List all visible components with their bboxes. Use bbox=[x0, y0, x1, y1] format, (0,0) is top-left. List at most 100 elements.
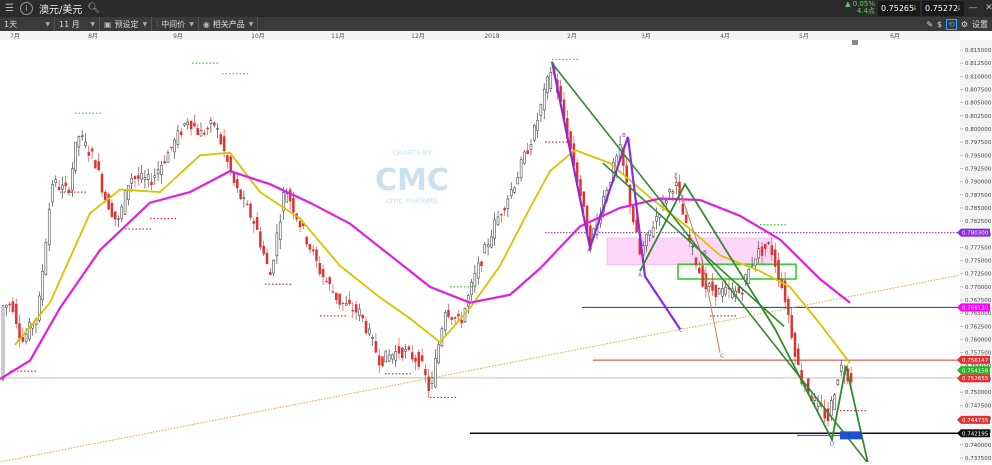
candle-body bbox=[156, 169, 160, 175]
candle-body bbox=[450, 317, 454, 320]
preset-button[interactable]: ▣ 预设定 ▼ bbox=[100, 17, 153, 31]
candle-body bbox=[721, 288, 724, 297]
candle-body bbox=[387, 354, 391, 362]
candle-body bbox=[830, 400, 833, 417]
y-tick-label: 0.797500 bbox=[965, 140, 992, 146]
candle-body bbox=[150, 181, 153, 186]
candle-body bbox=[651, 227, 655, 238]
candle-body bbox=[47, 208, 51, 246]
candle-body bbox=[542, 88, 546, 111]
price-tag-label: 0.752655 bbox=[962, 376, 989, 382]
y-tick-label: 0.747500 bbox=[965, 403, 992, 409]
candle-body bbox=[401, 347, 404, 358]
time-axis-bar bbox=[0, 31, 960, 40]
y-tick-label: 0.795000 bbox=[965, 153, 992, 159]
y-tick-label: 0.785000 bbox=[965, 206, 992, 212]
eye-icon: ◉ bbox=[202, 19, 210, 29]
minimize-icon[interactable]: — bbox=[966, 1, 980, 15]
candle-body bbox=[790, 315, 793, 338]
candle-body bbox=[717, 288, 721, 295]
y-tick-label: 0.790000 bbox=[965, 180, 992, 186]
candle-body bbox=[417, 352, 421, 367]
candle-body bbox=[632, 206, 635, 223]
settings-icon[interactable]: ⚙ bbox=[961, 20, 968, 29]
candle-body bbox=[90, 148, 94, 152]
price-tag-label: 0.780300 bbox=[962, 231, 989, 237]
interval-value: 1天 bbox=[4, 19, 18, 29]
search-icon[interactable]: 🔍︎ bbox=[87, 3, 100, 14]
menu-icon[interactable]: ☰ bbox=[3, 2, 16, 15]
candle-body bbox=[493, 219, 496, 239]
link-icon[interactable]: ⟲ bbox=[946, 18, 957, 30]
candle-body bbox=[262, 245, 265, 255]
x-tick-label: 8月 bbox=[88, 33, 98, 40]
y-tick-label: 0.767500 bbox=[965, 298, 992, 304]
mid-price-label: 中间价 bbox=[161, 19, 186, 29]
candle-body bbox=[269, 272, 272, 276]
settings-label[interactable]: 设置 bbox=[972, 19, 988, 30]
candle-body bbox=[87, 151, 91, 156]
candle-body bbox=[285, 193, 289, 203]
candle-body bbox=[206, 127, 209, 130]
candle-body bbox=[216, 128, 219, 130]
candle-body bbox=[222, 136, 226, 152]
candle-body bbox=[539, 104, 543, 116]
candle-body bbox=[117, 218, 120, 220]
candle-body bbox=[272, 259, 275, 274]
close-icon[interactable]: ✕ bbox=[982, 1, 992, 15]
period-select[interactable]: 11 月 ▼ bbox=[55, 17, 100, 31]
related-products-button[interactable]: ◉ 相关产品 ▼ bbox=[199, 17, 259, 31]
candle-body bbox=[153, 175, 157, 178]
candle-body bbox=[473, 273, 477, 287]
candle-body bbox=[836, 379, 840, 385]
candle-body bbox=[694, 257, 698, 266]
x-tick-label: 11月 bbox=[331, 33, 345, 40]
price-icon[interactable]: $ bbox=[937, 20, 942, 29]
candle-body bbox=[255, 217, 259, 230]
preset-label: 预设定 bbox=[114, 19, 139, 29]
y-tick-label: 0.807500 bbox=[965, 87, 992, 93]
candle-body bbox=[384, 350, 388, 363]
y-tick-label: 0.777500 bbox=[965, 245, 992, 251]
mid-price-button[interactable]: ⫶ 中间价 ▼ bbox=[152, 17, 199, 31]
candle-body bbox=[338, 293, 341, 305]
candle-body bbox=[427, 376, 430, 392]
candle-body bbox=[711, 281, 714, 291]
lock-icon bbox=[852, 40, 858, 45]
candle-body bbox=[503, 207, 506, 211]
price-chart[interactable]: 7月 8月 9月 10月 11月 12月 2018 2月 3月 4月 5月 6月 0.815000 0.… bbox=[0, 31, 992, 464]
candle-body bbox=[71, 168, 74, 191]
candle-body bbox=[737, 286, 741, 293]
candle-body bbox=[275, 232, 279, 257]
candle-body bbox=[414, 357, 417, 362]
candle-body bbox=[226, 155, 229, 162]
candle-body bbox=[536, 120, 539, 131]
drawing-icon[interactable]: ✎ bbox=[926, 20, 933, 29]
candle-body bbox=[318, 263, 322, 275]
candle-body bbox=[470, 281, 473, 295]
candle-body bbox=[793, 332, 797, 357]
candle-body bbox=[130, 178, 133, 184]
candle-body bbox=[546, 76, 549, 93]
candle-body bbox=[668, 189, 671, 193]
candle-body bbox=[434, 358, 437, 388]
chart-area[interactable]: 7月 8月 9月 10月 11月 12月 2018 2月 3月 4月 5月 6月 0.815000 0.… bbox=[0, 31, 992, 464]
interval-select[interactable]: 1天 ▼ bbox=[0, 17, 55, 31]
candle-body bbox=[77, 136, 81, 148]
candle-body bbox=[18, 323, 21, 339]
sell-direction: ↓ bbox=[912, 4, 918, 12]
candle-body bbox=[582, 191, 586, 207]
candle-body bbox=[813, 397, 817, 401]
candle-body bbox=[140, 173, 143, 180]
pattern-label: D bbox=[830, 442, 834, 448]
candle-body bbox=[374, 341, 378, 353]
y-tick-label: 0.775000 bbox=[965, 259, 992, 265]
info-icon[interactable]: i bbox=[20, 2, 33, 15]
buy-price-button[interactable]: 0.75272 ↓ bbox=[922, 1, 964, 16]
sell-price-button[interactable]: 0.75265 ↓ bbox=[878, 1, 920, 16]
candle-body bbox=[849, 373, 853, 383]
candle-body bbox=[358, 308, 361, 316]
blue-target-tag bbox=[840, 431, 862, 440]
candle-body bbox=[1, 305, 5, 380]
y-tick-label: 0.737500 bbox=[965, 456, 992, 462]
